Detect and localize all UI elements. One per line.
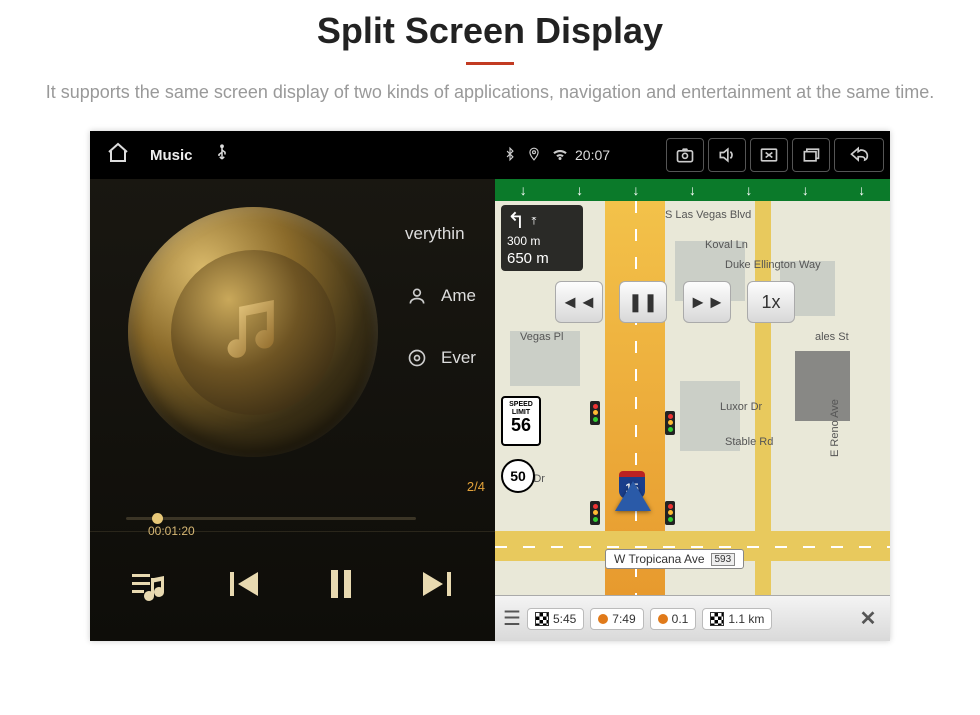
nav-bottom-bar: ☰ 5:45 7:49 0.1 1.1 km ✕ [495,595,890,641]
title-underline [466,62,514,65]
next-turn-distance: 300 m [507,234,577,248]
media-prev-button[interactable]: ◄◄ [555,281,603,323]
screenshot-button[interactable] [666,138,704,172]
speed-multiplier-button[interactable]: 1x [747,281,795,323]
music-body: verythin Ame Ever 2/4 [90,179,495,531]
eta-segment[interactable]: 5:45 [527,608,584,630]
traffic-light-icon [590,501,600,525]
dist-small-segment[interactable]: 0.1 [650,608,697,630]
current-street-label: W Tropicana Ave 593 [605,549,744,569]
traffic-light-icon [665,411,675,435]
turn-left-icon: ↰ ⤒ [507,210,577,232]
map-panel: 20:07 ↓↓↓↓↓↓↓ S Las Vegas Blvd Koval Ln [495,131,890,641]
recent-apps-button[interactable] [792,138,830,172]
road-label: E Reno Ave [829,399,841,457]
track-counter: 2/4 [467,479,485,494]
wifi-icon [551,145,569,166]
map-topbar: 20:07 [495,131,890,179]
current-distance: 650 m [507,250,577,267]
album-art [128,207,378,457]
nav-close-button[interactable]: ✕ [854,606,882,631]
elapsed-time: 00:01:20 [148,524,195,538]
map-canvas[interactable]: S Las Vegas Blvd Koval Ln Duke Ellington… [495,201,890,595]
flag-icon [535,612,549,626]
next-track-button[interactable] [417,564,457,609]
artist-name: Ame [441,286,476,306]
remaining-segment[interactable]: 1.1 km [702,608,772,630]
volume-button[interactable] [708,138,746,172]
traffic-light-icon [590,401,600,425]
map-media-controls: ◄◄ ❚❚ ►► 1x [555,281,795,323]
system-buttons [666,138,890,172]
page-subtitle: It supports the same screen display of t… [40,79,940,106]
back-button[interactable] [834,138,884,172]
media-next-button[interactable]: ►► [683,281,731,323]
progress-handle[interactable] [152,513,163,524]
track-title-row: verythin [405,224,476,244]
dist-orange-icon [658,614,668,624]
map-building [795,351,850,421]
road-label: Stable Rd [725,436,773,448]
flag-icon [710,612,724,626]
road-label: Koval Ln [705,239,748,251]
turn-instruction: ↰ ⤒ 300 m 650 m [501,205,583,271]
route-shield: 50 [501,459,535,493]
device-frame: Music verythin [90,131,890,641]
pause-button[interactable] [321,564,361,609]
prev-track-button[interactable] [224,564,264,609]
location-icon [527,145,541,166]
person-icon [405,286,429,306]
menu-icon[interactable]: ☰ [503,606,521,631]
album-row: Ever [405,348,476,368]
time-segment[interactable]: 7:49 [590,608,643,630]
clock-orange-icon [598,614,608,624]
page-title: Split Screen Display [0,10,980,52]
close-app-button[interactable] [750,138,788,172]
music-controls [90,531,495,641]
road-label: Luxor Dr [720,401,762,413]
current-location-icon [615,481,651,511]
artist-row: Ame [405,286,476,306]
traffic-light-icon [665,501,675,525]
lane-guidance-strip: ↓↓↓↓↓↓↓ [495,179,890,201]
home-icon[interactable] [106,141,130,169]
media-pause-button[interactable]: ❚❚ [619,281,667,323]
road-label: Vegas Pl [520,331,563,343]
progress-bar[interactable] [126,517,416,520]
music-app-label: Music [150,147,193,164]
track-info: verythin Ame Ever [405,224,476,410]
bluetooth-icon [503,145,517,166]
track-title: verythin [405,224,465,244]
music-topbar: Music [90,131,495,179]
music-panel: Music verythin [90,131,495,641]
playlist-button[interactable] [128,564,168,609]
road-label: ales St [815,331,849,343]
speed-limit-sign: SPEED LIMIT 56 [501,396,541,446]
usb-icon [213,144,231,166]
disc-icon [405,348,429,368]
road-label: S Las Vegas Blvd [665,209,751,221]
status-clock: 20:07 [575,147,610,163]
road-label: Duke Ellington Way [725,259,821,271]
music-note-icon [216,293,290,372]
album-name: Ever [441,348,476,368]
